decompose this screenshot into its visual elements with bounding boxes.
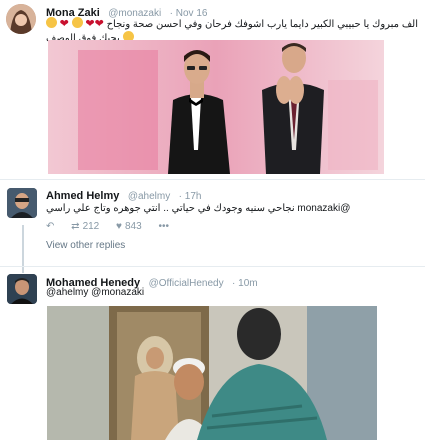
- kiss-emoji-icon: [71, 17, 83, 28]
- tweet-time[interactable]: · 17h: [179, 191, 202, 202]
- author-name[interactable]: Ahmed Helmy: [46, 190, 119, 202]
- heart-icon[interactable]: ♥: [116, 221, 122, 232]
- tweet-divider: [0, 179, 425, 180]
- heart-emoji-icon: ❤❤: [85, 18, 104, 30]
- tweet-actions: ↶ ⇄ 212 ♥ 843 •••: [46, 221, 183, 232]
- retweet-icon[interactable]: ⇄: [71, 221, 79, 232]
- author-handle[interactable]: @ahelmy: [128, 191, 170, 202]
- avatar[interactable]: [6, 4, 36, 34]
- heart-emoji-icon: ❤: [59, 18, 69, 30]
- tweet-text: @monazaki نجاحي سنيه وجودك في حياتي .. ا…: [46, 203, 351, 214]
- tweet-media-image[interactable]: [48, 40, 384, 174]
- tweet-text: الف مبروك يا حبيبي الكبير دايما يارب اشو…: [106, 19, 418, 30]
- reply-icon[interactable]: ↶: [46, 221, 54, 232]
- kiss-emoji-icon: [45, 17, 57, 28]
- more-icon[interactable]: •••: [158, 221, 169, 232]
- tweet-text: @ahelmy @monazaki: [46, 287, 145, 298]
- tweet-divider: [0, 266, 425, 267]
- avatar[interactable]: [7, 274, 37, 304]
- like-count: 843: [124, 221, 142, 232]
- tweet-time[interactable]: · 10m: [232, 278, 258, 289]
- retweet-count: 212: [82, 221, 100, 232]
- tweet-media-image[interactable]: [47, 306, 377, 440]
- author-handle[interactable]: @OfficialHenedy: [149, 278, 224, 289]
- avatar[interactable]: [7, 188, 37, 218]
- view-other-replies-link[interactable]: View other replies: [46, 240, 125, 251]
